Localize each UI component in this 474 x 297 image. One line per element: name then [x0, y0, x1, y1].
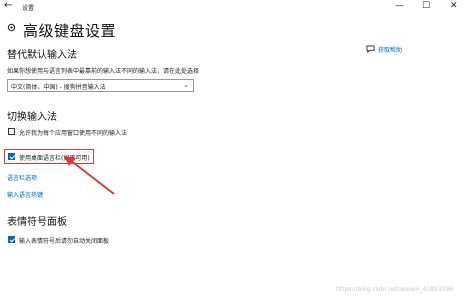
override-heading: 替代默认输入法 — [7, 50, 77, 61]
back-arrow-icon[interactable]: ← — [4, 1, 12, 11]
chat-bubble-icon — [366, 45, 375, 53]
language-bar-options-link[interactable]: 语言栏选项 — [7, 173, 37, 182]
window-title: 设置 — [22, 5, 35, 12]
emoji-auto-close-checkbox[interactable] — [8, 236, 15, 243]
emoji-auto-close-label[interactable]: 输入表情符号后请勿自动关闭面板 — [19, 236, 109, 245]
override-description: 如果你想使用与语言列表中最靠前的输入法不同的输入法，请在此处选择 — [7, 68, 200, 75]
watermark-text: https://blog.csdn.net/weixin_43893396 — [336, 286, 454, 293]
minimize-button[interactable]: — — [395, 1, 404, 11]
get-help-link[interactable]: 获取帮助 — [378, 45, 402, 54]
switching-heading: 切换输入法 — [7, 112, 57, 123]
input-language-hotkeys-link[interactable]: 输入语言热键 — [7, 190, 43, 199]
per-app-input-label[interactable]: 允许我为每个应用窗口使用不同的输入法 — [19, 128, 127, 137]
input-method-selected-value: 中文(简体，中国) - 搜狗拼音输入法 — [11, 84, 106, 91]
page-title: 高级键盘设置 — [23, 22, 117, 40]
maximize-button[interactable]: ☐ — [422, 1, 430, 11]
emoji-panel-heading: 表情符号面板 — [7, 217, 67, 228]
annotation-arrow-icon — [64, 156, 115, 195]
per-app-input-checkbox[interactable] — [8, 128, 15, 135]
input-method-select[interactable]: 中文(简体，中国) - 搜狗拼音输入法 ⌄ — [7, 79, 194, 92]
close-button[interactable]: ✕ — [450, 1, 458, 11]
chevron-down-icon: ⌄ — [183, 81, 189, 89]
home-gear-icon — [7, 23, 16, 32]
